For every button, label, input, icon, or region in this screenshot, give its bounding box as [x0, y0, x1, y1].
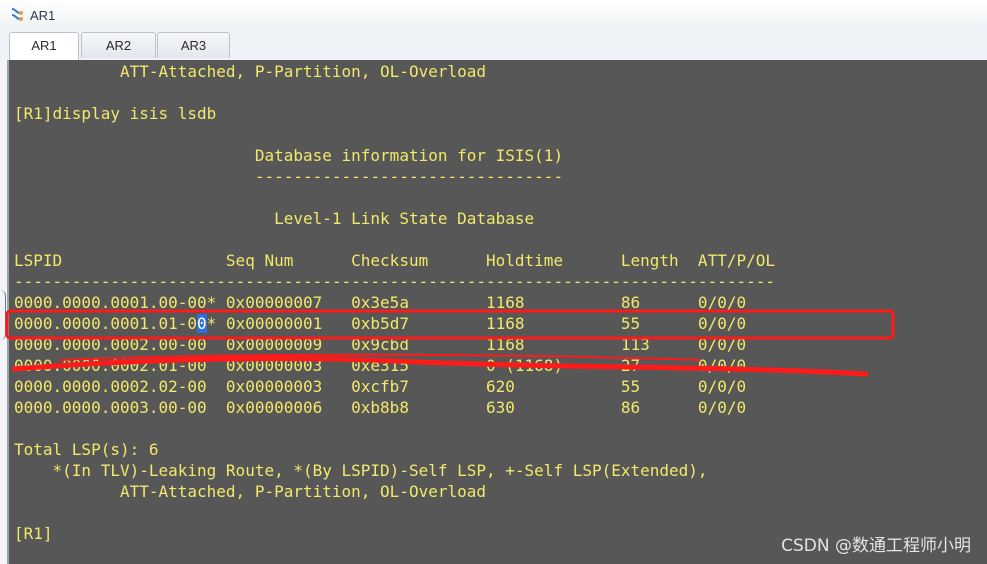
tab-ar2[interactable]: AR2: [81, 32, 156, 58]
terminal-command-line: [R1]display isis lsdb: [14, 104, 217, 123]
app-window: AR1 AR1 AR2 AR3 ATT-Attached, P-Partitio…: [0, 0, 987, 564]
text-selection-cursor: 0: [197, 314, 207, 333]
lsdb-table-row: 0000.0000.0002.00-00 0x00000009 0x9cbd 1…: [14, 335, 747, 354]
lsp-total: Total LSP(s): 6: [14, 440, 159, 459]
terminal-line: ATT-Attached, P-Partition, OL-Overload: [14, 62, 487, 81]
terminal-line: ATT-Attached, P-Partition, OL-Overload: [14, 482, 487, 501]
window-title: AR1: [30, 8, 56, 23]
tab-ar1[interactable]: AR1: [9, 32, 79, 60]
lsdb-table-row-struck: 0000.0000.0002.01-00 0x00000003 0xe315 0…: [14, 356, 747, 375]
lsdb-table-row-highlighted: 0000.0000.0001.01-00* 0x00000001 0xb5d7 …: [14, 314, 746, 334]
lsdb-table-row: 0000.0000.0003.00-00 0x00000006 0xb8b8 6…: [14, 398, 747, 417]
terminal-line: *(In TLV)-Leaking Route, *(By LSPID)-Sel…: [14, 461, 708, 480]
row-text-post: * 0x00000001 0xb5d7 1168 55 0/0/0: [206, 314, 747, 333]
terminal-line: Database information for ISIS(1): [14, 146, 564, 165]
terminal-line: --------------------------------: [14, 167, 564, 186]
terminal-console[interactable]: ATT-Attached, P-Partition, OL-Overload […: [7, 60, 987, 564]
panel-resize-handle[interactable]: [0, 290, 6, 340]
terminal-prompt: [R1]: [14, 524, 53, 543]
lsdb-table-row: 0000.0000.0002.02-00 0x00000003 0xcfb7 6…: [14, 377, 747, 396]
tab-ar3[interactable]: AR3: [157, 32, 230, 58]
lsdb-table-header: LSPID Seq Num Checksum Holdtime Length A…: [14, 251, 775, 270]
lsdb-table-separator: ----------------------------------------…: [14, 272, 775, 291]
lsdb-table-row: 0000.0000.0001.00-00* 0x00000007 0x3e5a …: [14, 293, 747, 312]
row-text-pre: 0000.0000.0001.01-0: [14, 314, 198, 333]
network-device-icon: [11, 8, 23, 21]
terminal-line: Level-1 Link State Database: [14, 209, 535, 228]
watermark: CSDN @数通工程师小明: [781, 536, 971, 556]
title-bar: AR1: [0, 0, 987, 31]
tab-bar: AR1 AR2 AR3: [0, 30, 987, 60]
